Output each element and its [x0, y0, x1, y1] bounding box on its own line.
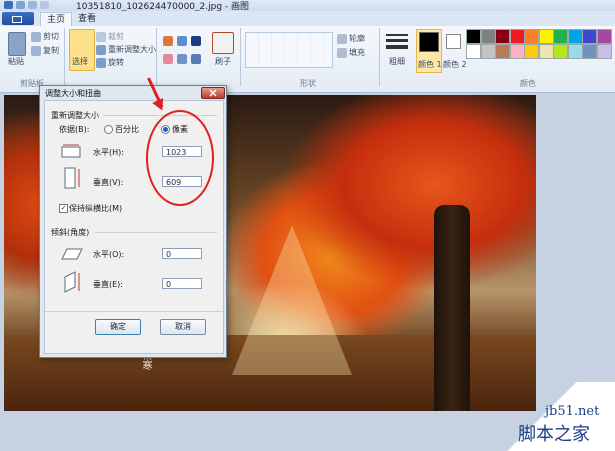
color-palette: [466, 29, 615, 73]
vertical-label: 垂直(V):: [93, 178, 124, 187]
fill-button[interactable]: 填充: [349, 47, 365, 58]
skew-vertical-field[interactable]: 0: [162, 278, 202, 289]
rotate-button[interactable]: 旋转: [108, 57, 124, 68]
section-divider: [103, 115, 217, 116]
palette-color-swatch[interactable]: [538, 29, 554, 44]
fill-icon[interactable]: [337, 48, 347, 58]
palette-color-swatch[interactable]: [480, 29, 496, 44]
outline-icon[interactable]: [337, 34, 347, 44]
color2-swatch[interactable]: [446, 34, 461, 49]
skew-horizontal-icon: [61, 248, 83, 260]
resize-button[interactable]: 重新调整大小: [108, 44, 156, 55]
fill-bucket-icon[interactable]: [177, 36, 187, 46]
undo-icon[interactable]: [28, 1, 37, 9]
palette-color-swatch[interactable]: [509, 29, 525, 44]
ribbon-separator: [156, 28, 157, 86]
size-line: [386, 45, 408, 49]
watermark-domain: jb51.net: [545, 404, 600, 419]
size-button[interactable]: 粗细: [389, 56, 405, 67]
colors-group-label: 颜色: [520, 79, 536, 88]
redo-icon[interactable]: [40, 1, 49, 9]
color1-label: 颜色 1: [418, 60, 442, 69]
brush-icon[interactable]: [212, 32, 234, 54]
resize-section-title: 重新调整大小: [51, 111, 99, 120]
dialog-title: 调整大小和扭曲: [45, 89, 101, 98]
percent-radio[interactable]: [104, 125, 113, 134]
footer-divider: [45, 311, 223, 312]
outline-button[interactable]: 轮廓: [349, 33, 365, 44]
palette-color-swatch[interactable]: [480, 44, 496, 59]
palette-color-swatch[interactable]: [596, 29, 612, 44]
cancel-button[interactable]: 取消: [160, 319, 206, 335]
palette-color-swatch[interactable]: [567, 44, 583, 59]
skew-section-title: 倾斜(角度): [51, 228, 90, 237]
palette-color-swatch[interactable]: [582, 44, 597, 59]
color1-swatch: [419, 32, 439, 52]
ribbon-separator: [64, 28, 65, 86]
percent-label[interactable]: 百分比: [115, 124, 139, 135]
ribbon: 粘贴 剪切 复制 剪贴板 选择 裁剪 重新调整大小 旋转 刷子 轮廓 填充 形状…: [0, 26, 615, 93]
copy-icon[interactable]: [31, 46, 41, 56]
keep-ratio-checkbox[interactable]: ✓: [59, 204, 68, 213]
skew-vertical-icon: [64, 271, 80, 293]
palette-color-swatch[interactable]: [538, 44, 554, 59]
close-icon: [209, 89, 217, 97]
pencil-icon[interactable]: [163, 36, 173, 46]
palette-color-swatch[interactable]: [495, 44, 510, 59]
save-icon[interactable]: [16, 1, 25, 9]
palette-color-swatch[interactable]: [596, 44, 612, 59]
annotation-highlight-ring: [146, 110, 214, 206]
app-icon: [4, 1, 13, 9]
tree-trunk: [434, 205, 470, 411]
size-line: [386, 39, 408, 42]
ok-button[interactable]: 确定: [95, 319, 141, 335]
select-button[interactable]: 选择: [72, 56, 88, 67]
ribbon-separator: [379, 28, 380, 86]
palette-color-swatch[interactable]: [524, 44, 539, 59]
skew-horizontal-field[interactable]: 0: [162, 248, 202, 259]
shapes-gallery[interactable]: [245, 32, 333, 68]
palette-color-swatch[interactable]: [553, 44, 568, 59]
skew-horizontal-label: 水平(O):: [93, 250, 125, 259]
shapes-group-label: 形状: [300, 79, 316, 88]
cut-button[interactable]: 剪切: [43, 31, 59, 42]
horizontal-resize-icon: [61, 144, 81, 158]
ribbon-separator: [240, 28, 241, 86]
magnifier-icon[interactable]: [191, 54, 201, 64]
color-picker-icon[interactable]: [177, 54, 187, 64]
palette-color-swatch[interactable]: [524, 29, 539, 44]
tab-view[interactable]: 查看: [72, 12, 102, 26]
cut-icon[interactable]: [31, 32, 41, 42]
crop-icon[interactable]: [96, 32, 106, 42]
text-tool-icon[interactable]: [191, 36, 201, 46]
vertical-resize-icon: [64, 167, 80, 189]
palette-color-swatch[interactable]: [509, 44, 525, 59]
crop-button[interactable]: 裁剪: [108, 31, 124, 42]
tab-home[interactable]: 主页: [40, 12, 73, 27]
palette-color-swatch[interactable]: [495, 29, 510, 44]
watermark-name: 脚本之家: [518, 424, 590, 445]
palette-color-swatch[interactable]: [553, 29, 568, 44]
file-menu-button[interactable]: [2, 12, 34, 25]
basis-label: 依据(B):: [59, 125, 90, 134]
color2-label[interactable]: 颜色 2: [443, 59, 467, 70]
copy-button[interactable]: 复制: [43, 45, 59, 56]
keep-ratio-label[interactable]: 保持纵横比(M): [69, 203, 122, 214]
size-line: [386, 34, 408, 36]
section-divider: [95, 232, 217, 233]
sun-rays: [232, 225, 352, 375]
eraser-icon[interactable]: [163, 54, 173, 64]
palette-color-swatch[interactable]: [466, 44, 481, 59]
skew-vertical-label: 垂直(E):: [93, 280, 123, 289]
rotate-icon[interactable]: [96, 58, 106, 68]
brushes-button[interactable]: 刷子: [215, 56, 231, 67]
palette-color-swatch[interactable]: [567, 29, 583, 44]
horizontal-label: 水平(H):: [93, 148, 124, 157]
paste-button[interactable]: 粘贴: [8, 56, 24, 67]
close-button[interactable]: [201, 87, 225, 99]
resize-icon[interactable]: [96, 45, 106, 55]
palette-color-swatch[interactable]: [466, 29, 481, 44]
paste-icon[interactable]: [8, 32, 26, 56]
palette-color-swatch[interactable]: [582, 29, 597, 44]
